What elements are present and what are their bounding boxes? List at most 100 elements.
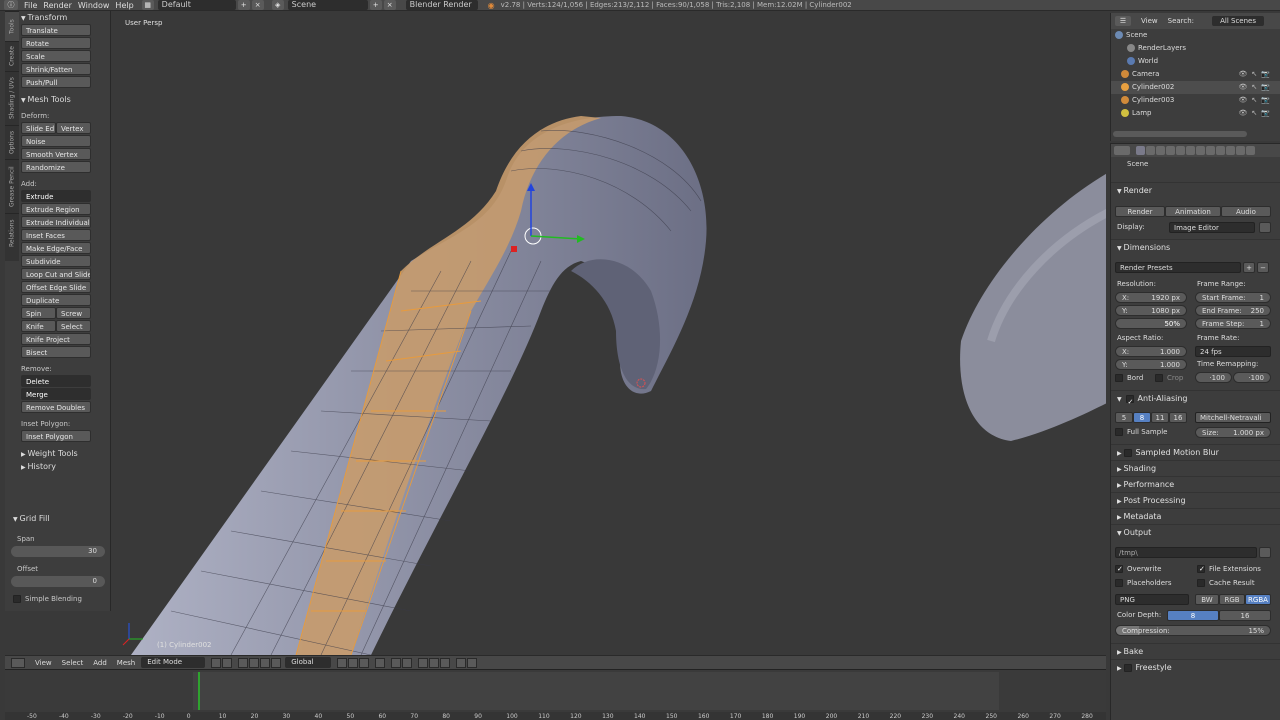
scale-manip-icon[interactable] [271,657,282,668]
add-preset-icon[interactable]: + [1243,262,1255,273]
border-checkbox[interactable]: Bord [1115,373,1143,384]
properties-editor-icon[interactable] [1114,146,1130,155]
extrude-region-button[interactable]: Extrude Region [21,203,91,215]
display-select[interactable]: Image Editor [1169,222,1255,233]
render-engine-select[interactable]: Blender Render [405,0,478,10]
info-editor-icon[interactable]: ⓘ [4,0,18,10]
weight-tools-panel-header[interactable]: Weight Tools [21,447,107,460]
menu-file[interactable]: File [24,1,37,10]
editor-type-icon[interactable] [11,657,25,668]
occlude-icon[interactable] [375,657,386,668]
color-rgb-button[interactable]: RGB [1219,594,1245,605]
loop-cut-button[interactable]: Loop Cut and Slide [21,268,91,280]
render-anim-icon[interactable] [467,657,478,668]
depth-16-button[interactable]: 16 [1219,610,1271,621]
bisect-button[interactable]: Bisect [21,346,91,358]
screw-button[interactable]: Screw [56,307,91,319]
slide-edge-button[interactable]: Slide Ed [21,122,56,134]
depth-8-button[interactable]: 8 [1167,610,1219,621]
mesh-tools-panel-header[interactable]: Mesh Tools [21,93,107,106]
resolution-x-field[interactable]: X: 1920 px [1115,292,1187,303]
edge-select-icon[interactable] [348,657,359,668]
mode-select[interactable]: Edit Mode [141,657,206,668]
render-button[interactable]: Render [1115,206,1165,217]
frame-rate-select[interactable]: 24 fps [1195,346,1271,357]
smooth-vertex-button[interactable]: Smooth Vertex [21,148,91,160]
outliner-row-camera[interactable]: Camera 👁↖📷 [1111,68,1280,81]
delete-dropdown[interactable]: Delete [21,375,91,387]
render-layers-tab-icon[interactable] [1146,146,1155,155]
add-layout-icon[interactable]: + [237,0,250,10]
post-processing-panel-header[interactable]: Post Processing [1111,492,1280,508]
merge-dropdown[interactable]: Merge [21,388,91,400]
extrude-individual-button[interactable]: Extrude Individual [21,216,91,228]
remove-doubles-button[interactable]: Remove Doubles [21,401,91,413]
particles-tab-icon[interactable] [1236,146,1245,155]
simple-blending-checkbox[interactable]: Simple Blending [13,593,82,605]
manipulator-icon[interactable] [238,657,249,668]
file-format-select[interactable]: PNG [1115,594,1189,605]
aa-samples-11[interactable]: 11 [1151,412,1169,423]
fullscreen-toggle-icon[interactable] [1259,222,1271,233]
world-tab-icon[interactable] [1166,146,1175,155]
timeline[interactable]: -50 -40 -30 -20 -10 0 10 20 30 40 50 60 70 80 90 100 110… [5,669,1106,720]
render-tab-icon[interactable] [1136,146,1145,155]
vertex-select-icon[interactable] [337,657,348,668]
add-scene-icon[interactable]: + [369,0,382,10]
visibility-icons[interactable]: 👁↖📷 [1239,94,1274,107]
outliner-row-cylinder003[interactable]: Cylinder003 👁↖📷 [1111,94,1280,107]
shading-panel-header[interactable]: Shading [1111,460,1280,476]
scene-field[interactable]: Scene [287,0,368,10]
data-tab-icon[interactable] [1206,146,1215,155]
crop-checkbox[interactable]: Crop [1155,373,1183,384]
menu-mesh[interactable]: Mesh [117,659,135,667]
history-panel-header[interactable]: History [21,460,107,473]
offset-edge-slide-button[interactable]: Offset Edge Slide [21,281,91,293]
snap-align-icon[interactable] [440,657,451,668]
transform-panel-header[interactable]: Transform [21,11,107,24]
file-extensions-checkbox[interactable]: File Extensions [1197,564,1261,575]
translate-manip-icon[interactable] [249,657,260,668]
remove-preset-icon[interactable]: − [1257,262,1269,273]
grid-fill-panel-header[interactable]: Grid Fill [13,512,50,525]
snap-target-icon[interactable] [429,657,440,668]
performance-panel-header[interactable]: Performance [1111,476,1280,492]
knife-project-button[interactable]: Knife Project [21,333,91,345]
slide-vertex-button[interactable]: Vertex [56,122,91,134]
folder-icon[interactable] [1259,547,1271,558]
aa-size-field[interactable]: Size: 1.000 px [1195,427,1271,438]
shading-icon[interactable] [211,657,222,668]
randomize-button[interactable]: Randomize [21,161,91,173]
render-preview-icon[interactable] [456,657,467,668]
falloff-icon[interactable] [402,657,413,668]
menu-render[interactable]: Render [43,1,71,10]
texture-tab-icon[interactable] [1226,146,1235,155]
outliner-row-lamp[interactable]: Lamp 👁↖📷 [1111,107,1280,120]
tab-options[interactable]: Options [5,125,19,159]
aa-samples-16[interactable]: 16 [1169,412,1187,423]
aspect-y-field[interactable]: Y: 1.000 [1115,359,1187,370]
motion-blur-panel-header[interactable]: Sampled Motion Blur [1111,444,1280,460]
aa-samples-5[interactable]: 5 [1115,412,1133,423]
visibility-icons[interactable]: 👁↖📷 [1239,81,1274,94]
current-frame-indicator[interactable] [198,672,200,710]
translate-button[interactable]: Translate [21,24,91,36]
object-tab-icon[interactable] [1176,146,1185,155]
physics-tab-icon[interactable] [1246,146,1255,155]
material-tab-icon[interactable] [1216,146,1225,155]
orientation-select[interactable]: Global [285,657,332,668]
extrude-dropdown[interactable]: Extrude [21,190,91,202]
menu-select[interactable]: Select [62,659,84,667]
noise-button[interactable]: Noise [21,135,91,147]
face-select-icon[interactable] [359,657,370,668]
bake-panel-header[interactable]: Bake [1111,643,1280,659]
rotate-manip-icon[interactable] [260,657,271,668]
proportional-icon[interactable] [391,657,402,668]
color-bw-button[interactable]: BW [1195,594,1219,605]
modifiers-tab-icon[interactable] [1196,146,1205,155]
subdivide-button[interactable]: Subdivide [21,255,91,267]
output-panel-header[interactable]: Output [1111,524,1280,540]
menu-view[interactable]: View [35,659,52,667]
remap-new-field[interactable]: ·100 [1233,372,1271,383]
overwrite-checkbox[interactable]: Overwrite [1115,564,1161,575]
